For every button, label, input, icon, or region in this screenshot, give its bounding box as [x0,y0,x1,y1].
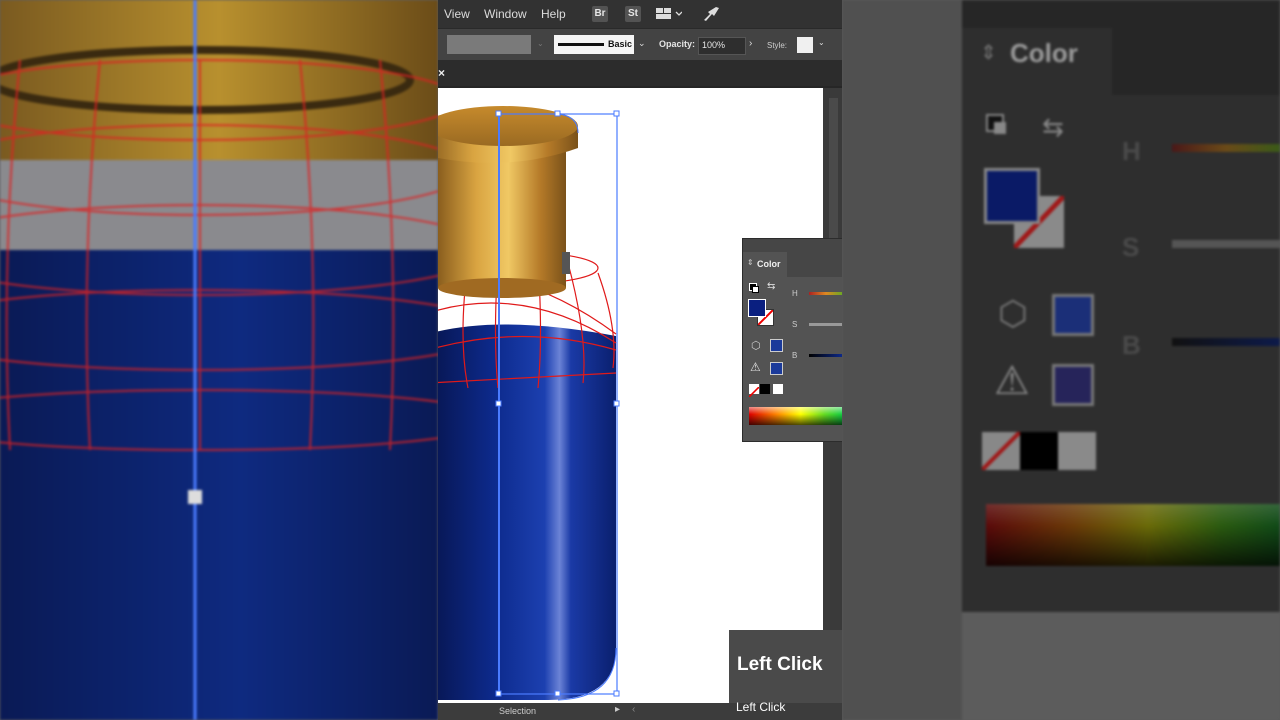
white-swatch[interactable] [773,384,783,394]
zoomed-color-title: Color [1010,38,1078,68]
menu-window[interactable]: Window [484,7,527,21]
menu-help[interactable]: Help [541,7,566,21]
warning-icon: ⚠ [750,360,761,374]
color-panel-tab[interactable]: ⇕ Color [743,252,787,277]
fill-swatch[interactable] [748,299,766,317]
zoomed-artboard-left [0,0,438,720]
black-swatch [1020,432,1058,470]
brightness-slider[interactable] [809,354,842,357]
stroke-style-dropdown[interactable]: Basic [554,35,634,54]
saturation-slider[interactable] [809,323,842,326]
none-color-icon[interactable] [748,384,760,398]
out-of-gamut-swatch [1052,364,1094,406]
brightness-slider-label: B [792,351,798,360]
chevron-down-icon[interactable]: ⌄ [537,39,544,48]
stroke-line-preview [558,43,604,46]
graphic-style-swatch[interactable] [797,37,813,53]
color-spectrum[interactable] [749,407,842,425]
none-color-icon [980,430,1022,472]
dock-panel-collapsed[interactable] [829,98,838,238]
chevron-left-icon[interactable]: ‹ [632,704,635,715]
current-tool-label: Selection [499,706,537,716]
zoomed-brightness-label: B [1122,330,1141,360]
fill-swatch [984,168,1040,224]
out-of-gamut-swatch[interactable] [770,362,783,375]
close-tab-icon[interactable]: × [438,66,445,80]
cube-icon: ⬡ [998,295,1028,333]
white-swatch [1058,432,1096,470]
warning-icon: ⚠ [994,359,1030,403]
stroke-style-label: Basic [608,39,633,49]
zoomed-color-panel-right: ⇕ Color ⇆ ⬡ ⚠ H S B [842,0,1280,720]
app-screen: View Window Help Br St ⌄ Basic ⌄ Opacity… [438,0,842,720]
menu-bar: View Window Help Br St [438,0,842,28]
hue-slider[interactable] [809,292,842,295]
style-label: Style: [767,41,788,50]
click-indicator-caption: Left Click [736,700,786,714]
opacity-input[interactable]: 100% [698,37,746,55]
default-colors-icon[interactable] [749,283,759,293]
document-tab-bar: × [438,60,842,86]
control-bar: ⌄ Basic ⌄ Opacity: 100% › Style: ⌄ [438,28,842,61]
cube-icon: ⬡ [751,340,761,352]
zoomed-color-spectrum [986,504,1280,566]
zoomed-saturation-slider [1172,240,1280,248]
chevron-right-icon[interactable]: › [749,38,752,49]
fill-stroke-field[interactable] [447,35,531,54]
swap-colors-icon: ⇆ [1042,112,1064,142]
saturation-slider-label: S [792,320,798,329]
opacity-label: Opacity: [659,39,696,49]
zoomed-brightness-slider [1172,338,1280,346]
color-panel: ⇕ Color ⇆ ⬡ ⚠ H S B [742,238,842,442]
panel-collapse-icon: ⇕ [980,42,997,64]
opacity-value: 100% [702,40,726,50]
stock-icon[interactable]: St [625,6,641,22]
default-colors-icon [986,114,1008,136]
zoomed-hue-slider [1172,144,1280,152]
swap-colors-icon[interactable]: ⇆ [767,281,775,292]
workspace-switcher-icon[interactable] [656,7,683,24]
bridge-icon[interactable]: Br [592,6,608,22]
chevron-down-icon[interactable]: ⌄ [818,38,825,47]
gpu-rocket-icon[interactable] [702,6,720,25]
hue-slider-label: H [792,289,798,298]
websafe-swatch [1052,294,1094,336]
click-indicator-label: Left Click [737,654,823,675]
color-panel-title: Color [757,259,781,269]
play-icon[interactable]: ▸ [615,704,620,715]
color-panel-header: ⇕ Color [743,239,842,277]
zoomed-bottle-graphic [0,0,438,720]
menu-view[interactable]: View [444,7,470,21]
status-bar: Selection ▸ ‹ Left Click [438,700,842,720]
websafe-swatch[interactable] [770,339,783,352]
black-swatch[interactable] [760,384,770,394]
chevron-down-icon[interactable]: ⌄ [638,38,646,49]
zoomed-saturation-label: S [1122,232,1140,262]
zoomed-hue-label: H [1122,136,1141,166]
panel-collapse-icon[interactable]: ⇕ [747,258,754,267]
